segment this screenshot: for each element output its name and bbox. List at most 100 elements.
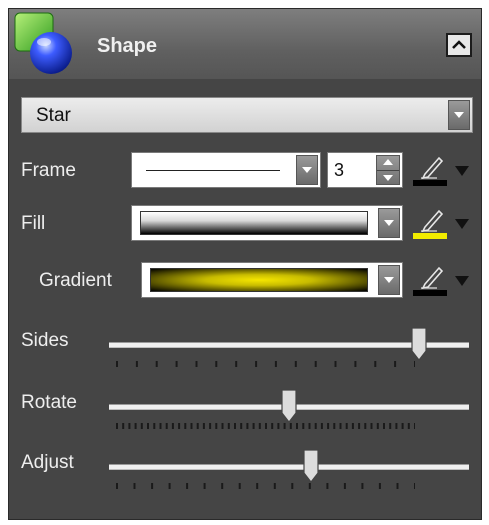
gradient-dropdown[interactable] [141,262,403,298]
slider-tick [140,423,143,429]
slider-tick [190,423,193,429]
slider-tick [246,423,249,429]
fill-gradient-dropdown[interactable] [131,205,403,241]
gradient-label: Gradient [39,270,112,291]
frame-width-value: 3 [334,160,345,180]
slider-tick [378,483,381,489]
slider-tick [134,423,137,429]
frame-line-style-dropdown[interactable] [131,152,321,188]
slider-tick [195,361,198,367]
fill-color-picker[interactable] [411,205,471,241]
slider-tick [334,361,337,367]
slider-tick [394,361,397,367]
slider-tick [196,423,199,429]
fill-gradient-preview [140,211,368,235]
rotate-slider[interactable] [109,389,469,445]
frame-label: Frame [21,160,76,181]
slider-tick [209,423,212,429]
adjust-slider-track[interactable] [109,464,469,470]
arrow-up-icon[interactable] [383,159,393,165]
slider-tick [396,483,399,489]
slider-tick [265,423,267,429]
slider-tick [326,483,329,489]
slider-tick [151,483,154,489]
slider-tick [215,361,218,367]
slider-tick [320,423,323,429]
rotate-label: Rotate [21,392,77,413]
slider-tick [153,423,156,429]
chevron-up-icon [452,40,466,49]
slider-tick [116,423,118,429]
shape-type-dropdown[interactable]: Star [21,97,473,133]
adjust-slider-ticks [116,483,415,489]
frame-width-spin-buttons[interactable] [376,155,400,185]
collapse-button[interactable] [446,33,472,57]
slider-tick [414,423,415,429]
arrow-down-icon[interactable] [383,175,393,181]
slider-tick [252,423,255,429]
slider-tick [147,423,149,429]
slider-tick [358,423,361,429]
slider-tick [354,361,357,367]
slider-tick [184,423,187,429]
chevron-down-icon [454,112,464,118]
frame-line-preview [140,158,286,182]
slider-tick [133,483,136,489]
slider-tick [407,423,410,429]
chevron-down-icon[interactable] [455,219,469,229]
slider-tick [374,361,377,367]
slider-tick [202,423,205,429]
slider-tick [256,483,259,489]
pen-icon [421,209,444,233]
gradient-color-swatch [413,290,447,296]
shape-type-dropdown-button[interactable] [448,100,470,130]
frame-line-dropdown-button[interactable] [296,155,318,185]
slider-tick [361,483,364,489]
slider-tick [234,423,236,429]
pen-icon [421,266,444,290]
adjust-slider-thumb[interactable] [302,449,319,483]
gradient-dropdown-button[interactable] [378,265,400,295]
slider-tick [116,483,118,489]
fill-color-swatch [413,233,447,239]
gradient-color-picker[interactable] [411,262,471,298]
slider-tick [389,423,392,429]
slider-tick [283,423,286,429]
frame-color-picker[interactable] [411,152,471,188]
sides-slider[interactable] [109,327,469,383]
frame-color-swatch [413,180,447,186]
slider-tick [401,423,404,429]
slider-tick [376,423,379,429]
pen-icon [421,156,444,180]
chevron-down-icon[interactable] [455,276,469,286]
slider-tick [364,423,367,429]
gradient-preview [150,268,368,292]
fill-dropdown-button[interactable] [378,208,400,238]
rotate-slider-thumb[interactable] [281,389,297,423]
slider-tick [178,423,181,429]
slider-tick [215,423,218,429]
slider-tick [258,423,261,429]
sides-label: Sides [21,330,69,351]
slider-tick [155,361,158,367]
slider-tick [351,423,354,429]
slider-tick [227,423,230,429]
slider-tick [289,423,292,429]
sides-slider-ticks [116,361,415,367]
chevron-down-icon[interactable] [455,166,469,176]
slider-tick [273,483,276,489]
slider-tick [383,423,385,429]
slider-tick [171,423,174,429]
slider-tick [314,361,317,367]
adjust-label: Adjust [21,452,74,473]
sides-slider-thumb[interactable] [410,327,427,361]
slider-tick [186,483,189,489]
slider-tick [343,483,346,489]
slider-tick [128,423,131,429]
rotate-slider-ticks [116,423,415,429]
adjust-slider[interactable] [109,449,469,505]
frame-width-stepper[interactable]: 3 [327,152,403,188]
fill-label: Fill [21,213,46,234]
shape-type-value: Star [36,105,71,126]
slider-tick [221,423,224,429]
